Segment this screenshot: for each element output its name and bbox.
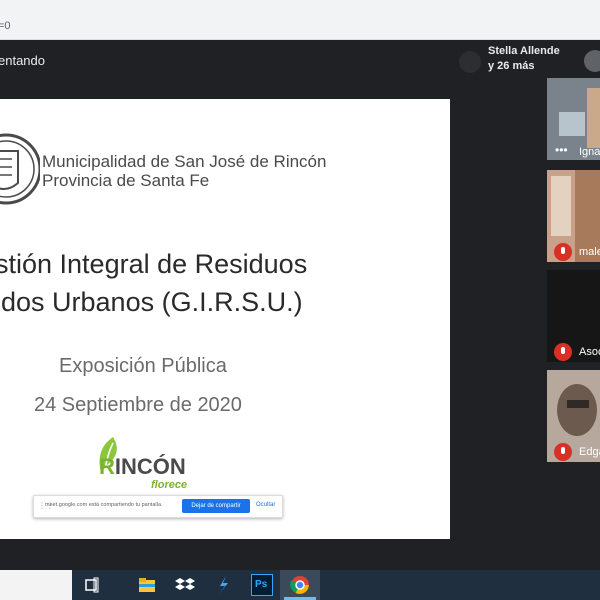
participant-name: Asoc	[579, 346, 600, 358]
slide-title-line2: idos Urbanos (G.I.R.S.U.)	[0, 287, 303, 317]
slide-date: 24 Septiembre de 2020	[34, 394, 242, 416]
address-url-text[interactable]: =0	[0, 20, 11, 32]
participants-more: y 26 más	[488, 60, 535, 72]
municipal-seal-icon	[0, 133, 40, 205]
chrome-icon[interactable]	[289, 574, 311, 596]
logo-tagline: florece	[151, 479, 188, 491]
participants-avatar-icon[interactable]	[459, 51, 481, 73]
presentation-slide: Municipalidad de San José de Rincón Prov…	[0, 99, 450, 539]
participant-name: male	[579, 246, 600, 258]
participant-tile[interactable]: ••• Igna	[547, 78, 600, 160]
browser-address-bar[interactable]: =0	[0, 0, 600, 40]
municipality-heading: Municipalidad de San José de Rincón Prov…	[42, 152, 326, 190]
rincon-logo: RINCÓN florece	[93, 435, 203, 497]
logo-word: RINCÓN	[99, 454, 186, 480]
screen-share-bar: ⋮⋮ meet.google.com está compartiendo tu …	[33, 495, 283, 518]
avatar[interactable]	[584, 50, 600, 72]
province-name: Provincia de Santa Fe	[42, 171, 210, 190]
meet-window: entando Stella Allende y 26 más Municipa…	[0, 40, 600, 570]
participant-tile[interactable]: male	[547, 170, 600, 262]
photoshop-label: Ps	[255, 579, 268, 590]
slide-subtitle: Exposición Pública	[59, 355, 227, 377]
muted-mic-icon	[554, 343, 572, 361]
participant-tile[interactable]: Asoc	[547, 270, 600, 362]
slide-title-line1: stión Integral de Residuos	[0, 249, 308, 279]
hide-button[interactable]: Ocultar	[256, 502, 275, 508]
more-options-icon[interactable]: •••	[555, 144, 568, 156]
dropbox-icon[interactable]	[174, 574, 196, 596]
participant-name: Igna	[579, 146, 600, 158]
muted-mic-icon	[554, 243, 572, 261]
presenting-label: entando	[0, 53, 45, 68]
logo-word-rest: INCÓN	[114, 454, 186, 479]
participant-name: Edga	[579, 446, 600, 458]
windows-taskbar: Ps	[0, 570, 600, 600]
participants-summary[interactable]: Stella Allende y 26 más	[488, 44, 560, 74]
participant-tile[interactable]: Edga	[547, 370, 600, 462]
photoshop-icon[interactable]: Ps	[251, 574, 273, 596]
vscode-icon[interactable]	[212, 574, 234, 596]
municipality-name: Municipalidad de San José de Rincón	[42, 152, 327, 171]
logo-letter-r: R	[99, 454, 115, 479]
stop-sharing-button[interactable]: Dejar de compartir	[182, 499, 250, 513]
share-message: meet.google.com está compartiendo tu pan…	[45, 502, 163, 508]
participant-name: Stella Allende	[488, 45, 560, 57]
muted-mic-icon	[554, 443, 572, 461]
taskbar-search-box[interactable]	[0, 570, 72, 600]
file-explorer-icon[interactable]	[136, 574, 158, 596]
task-view-icon[interactable]	[81, 574, 103, 596]
